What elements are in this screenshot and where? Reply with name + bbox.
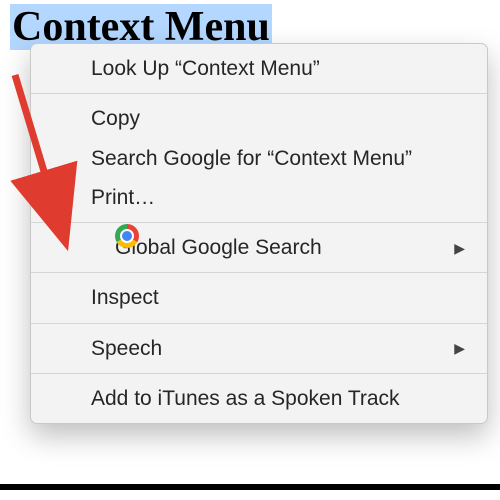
menu-item-global-google-search[interactable]: Global Google Search ▶ [31, 228, 487, 267]
menu-separator [31, 93, 487, 94]
menu-item-inspect[interactable]: Inspect [31, 278, 487, 317]
menu-separator [31, 222, 487, 223]
menu-item-label: Add to iTunes as a Spoken Track [91, 385, 400, 412]
menu-item-label: Search Google for “Context Menu” [91, 145, 412, 172]
menu-item-label: Copy [91, 105, 140, 132]
menu-separator [31, 272, 487, 273]
menu-item-label: Inspect [91, 284, 159, 311]
submenu-arrow-icon: ▶ [454, 239, 465, 257]
menu-item-label: Global Google Search [115, 234, 322, 261]
menu-item-speech[interactable]: Speech ▶ [31, 329, 487, 368]
menu-item-search-google[interactable]: Search Google for “Context Menu” [31, 139, 487, 178]
menu-item-copy[interactable]: Copy [31, 99, 487, 138]
menu-separator [31, 323, 487, 324]
menu-item-label: Speech [91, 335, 162, 362]
context-menu: Look Up “Context Menu” Copy Search Googl… [30, 43, 488, 424]
menu-item-label: Print… [91, 184, 155, 211]
menu-item-lookup[interactable]: Look Up “Context Menu” [31, 49, 487, 88]
submenu-arrow-icon: ▶ [454, 339, 465, 357]
menu-item-label: Look Up “Context Menu” [91, 55, 320, 82]
page-bottom-border [0, 484, 500, 490]
menu-separator [31, 373, 487, 374]
chrome-icon [115, 224, 139, 248]
menu-item-print[interactable]: Print… [31, 178, 487, 217]
menu-item-add-to-itunes[interactable]: Add to iTunes as a Spoken Track [31, 379, 487, 418]
